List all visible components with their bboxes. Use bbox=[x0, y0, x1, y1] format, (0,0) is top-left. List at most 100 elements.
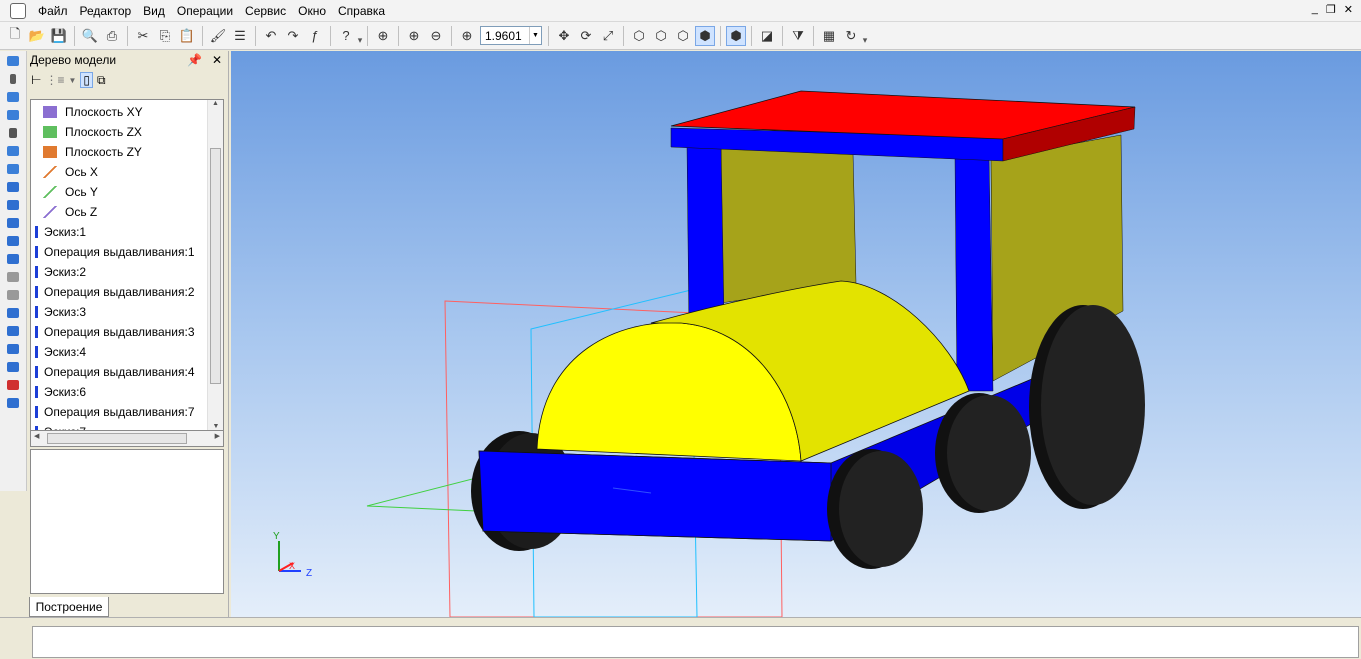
tree-item[interactable]: Эскиз:2 bbox=[35, 262, 207, 282]
menu-help[interactable]: Справка bbox=[332, 0, 391, 22]
zoom-scale-icon[interactable]: ⊕ bbox=[457, 26, 477, 46]
tree-item[interactable]: Эскиз:7 bbox=[35, 422, 207, 430]
rotate-op-icon[interactable] bbox=[3, 197, 23, 213]
attributes-icon[interactable] bbox=[3, 395, 23, 411]
chevron-down-icon[interactable]: ▼ bbox=[68, 76, 76, 85]
toolbar-grip-icon[interactable]: ▾ bbox=[862, 26, 868, 46]
tree-props-icon[interactable]: ⧉ bbox=[97, 73, 106, 88]
measure-icon[interactable] bbox=[3, 161, 23, 177]
minimize-icon[interactable]: _ bbox=[1312, 3, 1318, 16]
menu-operations[interactable]: Операции bbox=[171, 0, 239, 22]
scroll-left-icon[interactable]: ◀ bbox=[34, 432, 39, 440]
surfaces-icon[interactable] bbox=[3, 89, 23, 105]
tree-vertical-scrollbar[interactable]: ▲ ▼ bbox=[207, 100, 223, 430]
scroll-thumb[interactable] bbox=[210, 148, 221, 384]
tree-item[interactable]: Ось X bbox=[35, 162, 207, 182]
zoom-out-icon[interactable]: ⊖ bbox=[426, 26, 446, 46]
open-file-icon[interactable]: 📂 bbox=[27, 26, 47, 46]
close-icon[interactable]: ✕ bbox=[1344, 3, 1353, 16]
rib-icon[interactable] bbox=[3, 323, 23, 339]
menu-window[interactable]: Окно bbox=[292, 0, 332, 22]
tree-item[interactable]: Эскиз:6 bbox=[35, 382, 207, 402]
menu-edit[interactable]: Редактор bbox=[74, 0, 138, 22]
pan-icon[interactable]: ✥ bbox=[554, 26, 574, 46]
section-icon[interactable] bbox=[3, 341, 23, 357]
paste-icon[interactable]: 📋 bbox=[177, 26, 197, 46]
wireframe-icon[interactable]: ⬡ bbox=[629, 26, 649, 46]
new-file-icon[interactable]: 🗋 bbox=[5, 26, 25, 46]
menu-view[interactable]: Вид bbox=[137, 0, 171, 22]
tab-build[interactable]: Построение bbox=[29, 597, 109, 617]
shell-icon[interactable] bbox=[3, 287, 23, 303]
filter-objects-icon[interactable] bbox=[3, 143, 23, 159]
tree-item[interactable]: Эскиз:4 bbox=[35, 342, 207, 362]
perspective-icon[interactable]: ◪ bbox=[757, 26, 777, 46]
fillet-icon[interactable] bbox=[3, 233, 23, 249]
pin-icon[interactable]: 📌 bbox=[187, 53, 202, 67]
undo-icon[interactable]: ↶ bbox=[261, 26, 281, 46]
properties-icon[interactable]: ☰ bbox=[230, 26, 250, 46]
scroll-down-icon[interactable]: ▼ bbox=[208, 423, 223, 430]
function-icon[interactable]: ƒ bbox=[305, 26, 325, 46]
copy-icon[interactable]: ⎘ bbox=[155, 26, 175, 46]
tree-order-icon[interactable]: ⋮≡ bbox=[45, 73, 64, 87]
print-icon[interactable]: ⎙ bbox=[102, 26, 122, 46]
tree-item[interactable]: Операция выдавливания:4 bbox=[35, 362, 207, 382]
tree-item[interactable]: Плоскость ZX bbox=[35, 122, 207, 142]
tree-item[interactable]: Ось Z bbox=[35, 202, 207, 222]
scroll-thumb[interactable] bbox=[47, 433, 187, 444]
tree-item[interactable]: Эскиз:3 bbox=[35, 302, 207, 322]
curves-icon[interactable] bbox=[3, 71, 23, 87]
tree-structure-icon[interactable]: ⊢ bbox=[31, 73, 41, 87]
slope-icon[interactable] bbox=[3, 305, 23, 321]
orientation-icon[interactable]: ⤢ bbox=[598, 26, 618, 46]
shaded-edges-icon[interactable]: ⬢ bbox=[726, 25, 746, 46]
tree-item[interactable]: Операция выдавливания:2 bbox=[35, 282, 207, 302]
help-pointer-icon[interactable]: ? bbox=[336, 26, 356, 46]
hidden-lines-icon[interactable]: ⬡ bbox=[651, 26, 671, 46]
hidden-thin-icon[interactable]: ⬡ bbox=[673, 26, 693, 46]
tree-item[interactable]: Эскиз:1 bbox=[35, 222, 207, 242]
shaded-icon[interactable]: ⬢ bbox=[695, 25, 715, 46]
toolbar-grip-icon[interactable]: ▾ bbox=[357, 26, 363, 46]
scroll-up-icon[interactable]: ▲ bbox=[208, 100, 223, 107]
tree-toggle-icon[interactable]: ▦ bbox=[819, 26, 839, 46]
format-painter-icon[interactable]: 🖌 bbox=[208, 26, 228, 46]
loft-op-icon[interactable] bbox=[3, 215, 23, 231]
tree-item[interactable]: Операция выдавливания:3 bbox=[35, 322, 207, 342]
aux-geometry-icon[interactable] bbox=[3, 107, 23, 123]
dimensions-icon[interactable] bbox=[3, 125, 23, 141]
zoom-window-icon[interactable]: ⊕ bbox=[373, 26, 393, 46]
zoom-input[interactable]: 1.9601 ▼ bbox=[480, 26, 542, 45]
chamfer-icon[interactable] bbox=[3, 251, 23, 267]
extrude-op-icon[interactable] bbox=[3, 179, 23, 195]
cut-icon[interactable]: ✂ bbox=[133, 26, 153, 46]
tree-item[interactable]: Плоскость ZY bbox=[35, 142, 207, 162]
zoom-in-icon[interactable]: ⊕ bbox=[404, 26, 424, 46]
app-icon[interactable] bbox=[10, 2, 26, 19]
filter-icon[interactable]: ⧩ bbox=[788, 26, 808, 46]
restore-icon[interactable]: ❐ bbox=[1326, 3, 1336, 16]
menu-service[interactable]: Сервис bbox=[239, 0, 292, 22]
geometry-icon[interactable] bbox=[3, 53, 23, 69]
array-icon[interactable] bbox=[3, 359, 23, 375]
scroll-right-icon[interactable]: ▶ bbox=[215, 432, 220, 440]
redo-icon[interactable]: ↷ bbox=[283, 26, 303, 46]
command-line-field[interactable] bbox=[32, 626, 1359, 658]
menu-file[interactable]: Файл bbox=[32, 0, 74, 22]
close-icon[interactable]: ✕ bbox=[212, 53, 222, 67]
tree-view-icon[interactable]: ▯ bbox=[80, 72, 93, 88]
tree-item[interactable]: Ось Y bbox=[35, 182, 207, 202]
tree-item[interactable]: Операция выдавливания:1 bbox=[35, 242, 207, 262]
tree-horizontal-scrollbar[interactable]: ◀ ▶ bbox=[30, 431, 224, 447]
rebuild-icon[interactable]: ↻ bbox=[841, 26, 861, 46]
tree-item[interactable]: Операция выдавливания:7 bbox=[35, 402, 207, 422]
save-icon[interactable]: 💾 bbox=[49, 26, 69, 46]
chevron-down-icon[interactable]: ▼ bbox=[529, 27, 541, 44]
tree-item[interactable]: Плоскость XY bbox=[35, 102, 207, 122]
print-preview-icon[interactable]: 🔍 bbox=[80, 26, 100, 46]
mirror-icon[interactable] bbox=[3, 377, 23, 393]
hole-icon[interactable] bbox=[3, 269, 23, 285]
model-viewport[interactable]: Y X Z bbox=[231, 51, 1361, 617]
rotate-icon[interactable]: ⟳ bbox=[576, 26, 596, 46]
